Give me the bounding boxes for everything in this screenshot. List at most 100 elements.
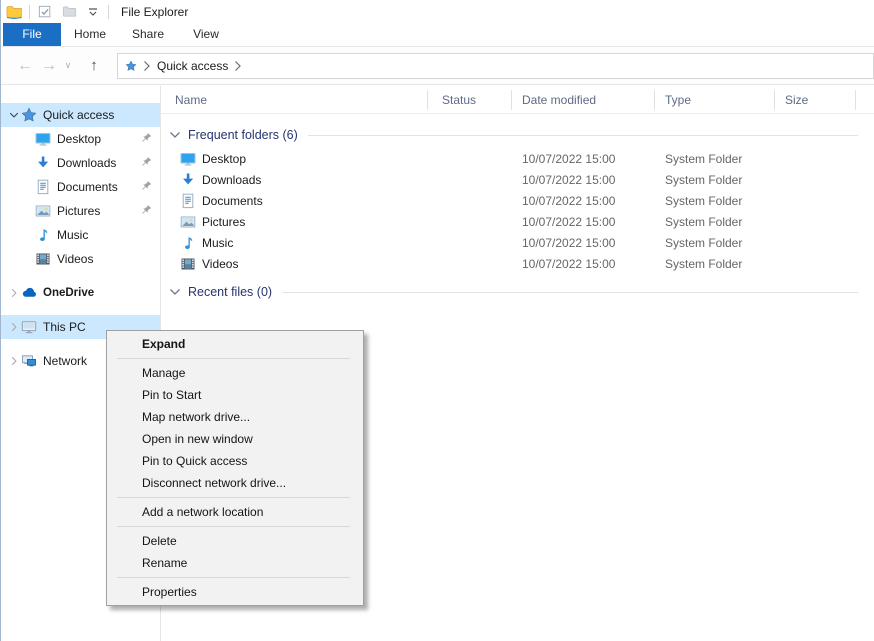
file-row-desktop[interactable]: Desktop 10/07/2022 15:00 System Folder <box>161 148 874 169</box>
tab-file[interactable]: File <box>3 23 61 46</box>
this-pc-icon <box>21 319 37 335</box>
menu-item-open-in-new-window[interactable]: Open in new window <box>107 428 363 450</box>
context-menu: Expand Manage Pin to Start Map network d… <box>106 330 364 606</box>
file-row-downloads[interactable]: Downloads 10/07/2022 15:00 System Folder <box>161 169 874 190</box>
sidebar-item-pictures[interactable]: Pictures <box>1 199 160 223</box>
menu-item-expand[interactable]: Expand <box>107 333 363 355</box>
sidebar-item-music[interactable]: Music <box>1 223 160 247</box>
file-name: Music <box>202 236 233 250</box>
window-title: File Explorer <box>121 5 188 19</box>
sidebar-item-downloads[interactable]: Downloads <box>1 151 160 175</box>
group-header-frequent-folders[interactable]: Frequent folders (6) <box>169 126 874 144</box>
menu-item-pin-to-quick-access[interactable]: Pin to Quick access <box>107 450 363 472</box>
quick-access-toolbar: File Explorer <box>5 3 188 21</box>
documents-icon <box>35 179 51 195</box>
sidebar-group-gap <box>1 305 160 315</box>
sidebar-item-label: Quick access <box>43 108 114 122</box>
file-row-videos[interactable]: Videos 10/07/2022 15:00 System Folder <box>161 253 874 274</box>
navigation-bar: ← → ∨ ↑ Quick access <box>1 47 874 85</box>
group-label: Recent files (0) <box>188 285 272 299</box>
downloads-icon <box>180 172 196 188</box>
file-row-music[interactable]: Music 10/07/2022 15:00 System Folder <box>161 232 874 253</box>
chevron-right-icon[interactable] <box>7 287 21 299</box>
music-icon <box>180 235 196 251</box>
recent-locations-chevron-icon[interactable]: ∨ <box>61 60 75 71</box>
column-header-date-modified[interactable]: Date modified <box>512 90 655 110</box>
column-header-status[interactable]: Status <box>428 90 512 110</box>
file-row-documents[interactable]: Documents 10/07/2022 15:00 System Folder <box>161 190 874 211</box>
file-name: Desktop <box>202 152 246 166</box>
sidebar-item-desktop[interactable]: Desktop <box>1 127 160 151</box>
file-type: System Folder <box>655 257 775 271</box>
column-header-row: Name Status Date modified Type Size <box>161 86 874 114</box>
file-type: System Folder <box>655 194 775 208</box>
sidebar-item-onedrive[interactable]: OneDrive <box>1 281 160 305</box>
sidebar-item-label: Music <box>57 228 88 242</box>
up-icon[interactable]: ↑ <box>81 57 107 74</box>
file-date-modified: 10/07/2022 15:00 <box>512 152 655 166</box>
chevron-right-icon[interactable] <box>7 321 21 333</box>
breadcrumb-chevron-icon[interactable] <box>143 60 151 72</box>
chevron-down-icon[interactable] <box>7 109 21 121</box>
menu-separator <box>117 497 350 498</box>
ribbon-tab-bar: File Home Share View <box>1 23 874 47</box>
breadcrumb-location[interactable]: Quick access <box>157 59 228 73</box>
menu-item-properties[interactable]: Properties <box>107 581 363 603</box>
chevron-right-icon[interactable] <box>7 355 21 367</box>
properties-checkbox-icon[interactable] <box>36 3 54 21</box>
file-explorer-logo-icon <box>5 3 23 21</box>
documents-icon <box>180 193 196 209</box>
group-header-recent-files[interactable]: Recent files (0) <box>169 283 874 301</box>
new-folder-icon[interactable] <box>60 3 78 21</box>
file-type: System Folder <box>655 173 775 187</box>
file-type: System Folder <box>655 152 775 166</box>
group-chevron-icon[interactable] <box>169 287 181 297</box>
menu-item-add-a-network-location[interactable]: Add a network location <box>107 501 363 523</box>
music-icon <box>35 227 51 243</box>
column-header-type[interactable]: Type <box>655 90 775 110</box>
back-icon[interactable]: ← <box>13 58 37 74</box>
group-chevron-icon[interactable] <box>169 130 181 140</box>
menu-item-pin-to-start[interactable]: Pin to Start <box>107 384 363 406</box>
menu-item-manage[interactable]: Manage <box>107 362 363 384</box>
sidebar-item-documents[interactable]: Documents <box>1 175 160 199</box>
address-bar[interactable]: Quick access <box>117 53 874 79</box>
column-header-size[interactable]: Size <box>775 90 856 110</box>
desktop-icon <box>35 131 51 147</box>
sidebar-item-label: OneDrive <box>43 287 94 299</box>
menu-item-disconnect-network-drive[interactable]: Disconnect network drive... <box>107 472 363 494</box>
desktop-icon <box>180 151 196 167</box>
file-date-modified: 10/07/2022 15:00 <box>512 173 655 187</box>
customize-quick-access-toolbar-icon[interactable] <box>84 3 102 21</box>
toolbar-separator <box>29 5 30 19</box>
menu-item-rename[interactable]: Rename <box>107 552 363 574</box>
file-explorer-window: File Explorer File Home Share View ← → ∨… <box>0 0 874 641</box>
menu-item-map-network-drive[interactable]: Map network drive... <box>107 406 363 428</box>
group-divider <box>308 135 858 136</box>
tab-share[interactable]: Share <box>119 23 177 46</box>
onedrive-cloud-icon <box>21 285 37 301</box>
sidebar-item-label: Videos <box>57 252 93 266</box>
videos-icon <box>35 251 51 267</box>
breadcrumb-chevron-icon[interactable] <box>234 60 242 72</box>
file-date-modified: 10/07/2022 15:00 <box>512 194 655 208</box>
file-date-modified: 10/07/2022 15:00 <box>512 215 655 229</box>
sidebar-item-label: Desktop <box>57 132 101 146</box>
sidebar-item-quick-access[interactable]: Quick access <box>1 103 160 127</box>
tab-view[interactable]: View <box>177 23 235 46</box>
sidebar-item-videos[interactable]: Videos <box>1 247 160 271</box>
tab-home[interactable]: Home <box>61 23 119 46</box>
file-type: System Folder <box>655 215 775 229</box>
quick-access-star-icon <box>21 107 37 123</box>
column-header-name[interactable]: Name <box>161 90 428 110</box>
sidebar-item-label: Network <box>43 354 87 368</box>
file-row-pictures[interactable]: Pictures 10/07/2022 15:00 System Folder <box>161 211 874 232</box>
forward-icon[interactable]: → <box>37 58 61 74</box>
group-label: Frequent folders (6) <box>188 128 298 142</box>
group-divider <box>282 292 858 293</box>
file-name: Videos <box>202 257 238 271</box>
file-date-modified: 10/07/2022 15:00 <box>512 257 655 271</box>
menu-separator <box>117 526 350 527</box>
sidebar-item-label: This PC <box>43 320 86 334</box>
menu-item-delete[interactable]: Delete <box>107 530 363 552</box>
